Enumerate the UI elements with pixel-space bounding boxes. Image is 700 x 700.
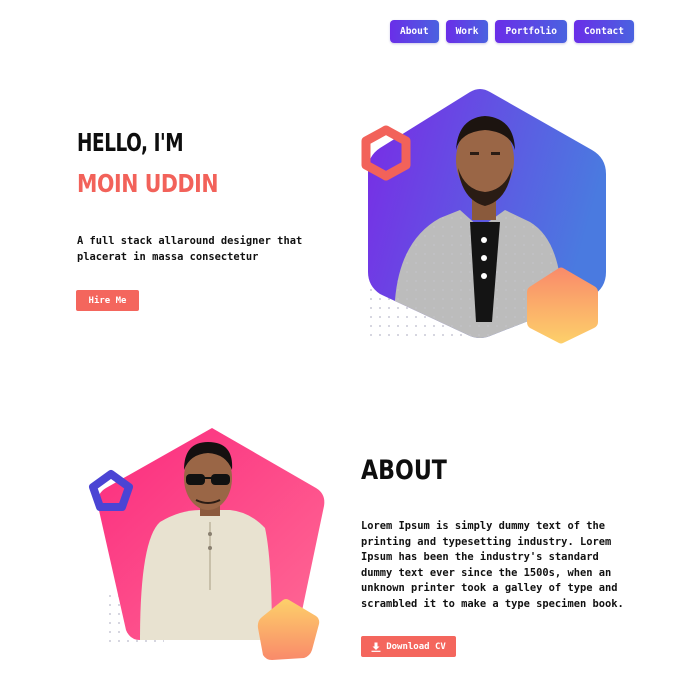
hire-me-button[interactable]: Hire Me [76, 290, 139, 311]
hero-greeting: HELLO, I'M [77, 128, 184, 157]
download-icon [371, 642, 381, 652]
hero-name: MOIN UDDIN [77, 169, 219, 198]
download-cv-button[interactable]: Download CV [361, 636, 456, 657]
about-text: Lorem Ipsum is simply dummy text of the … [361, 520, 624, 611]
hero-description: A full stack allaround designer that pla… [77, 235, 303, 263]
about-title: ABOUT [361, 455, 447, 486]
download-cv-label: Download CV [386, 641, 446, 652]
